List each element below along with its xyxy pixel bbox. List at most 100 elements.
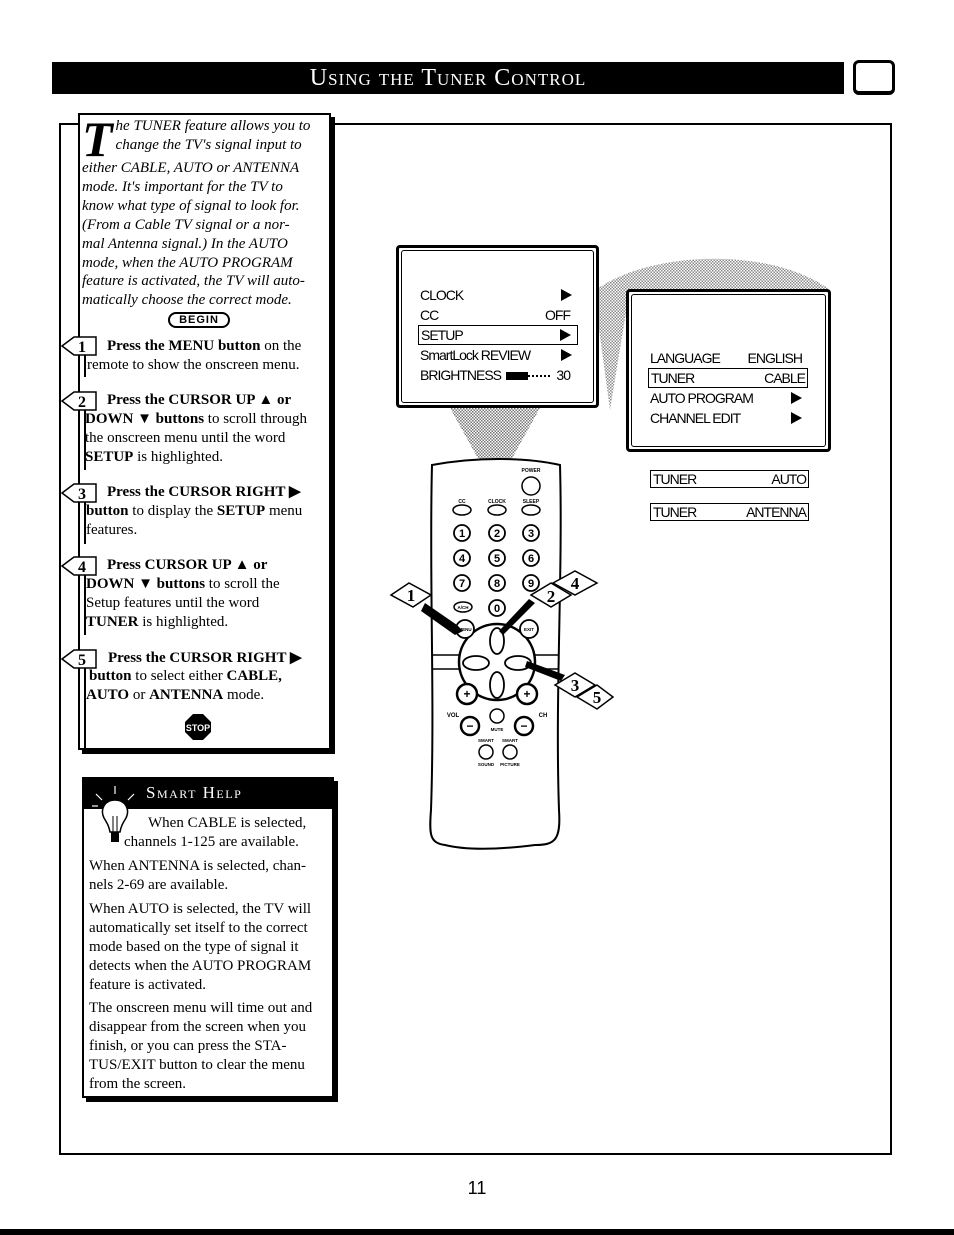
smart-picture-button[interactable] xyxy=(502,744,518,760)
power-label: POWER xyxy=(522,468,541,474)
intro-line: mal Antenna signal.) In the AUTO xyxy=(82,235,288,252)
step-1-marker-icon: 1 xyxy=(60,336,97,356)
menu-item-clock[interactable]: CLOCK xyxy=(418,285,578,305)
intro-line: feature is activated, the TV will auto- xyxy=(82,273,305,290)
stop-sign-icon: STOP xyxy=(185,714,211,740)
help-line: nels 2-69 are available. xyxy=(89,877,229,893)
beam-remote-to-menu xyxy=(450,408,540,462)
intro-line: know what type of signal to look for. xyxy=(82,197,300,214)
tuner-option-auto: TUNER AUTO xyxy=(650,470,809,488)
page-title-bar: Using the Tuner Control xyxy=(52,62,844,94)
digit-label: 0 xyxy=(494,603,500,615)
power-button[interactable] xyxy=(521,476,541,496)
step-rule xyxy=(84,355,86,377)
step-bold: CABLE, xyxy=(226,668,282,684)
step-number: 3 xyxy=(78,486,86,503)
step-4-text-line2: DOWN ▼ buttons to scroll the xyxy=(86,575,326,594)
clock-label: CLOCK xyxy=(488,499,506,505)
page-title: Using the Tuner Control xyxy=(309,64,587,91)
smart-help-title: Smart Help xyxy=(146,783,243,802)
digit-label: 1 xyxy=(459,528,465,540)
intro-line: either CABLE, AUTO or ANTENNA xyxy=(82,160,300,176)
menu-item-language[interactable]: LANGUAGE ENGLISH xyxy=(648,348,808,368)
step-3-text-line3: features. xyxy=(86,522,138,538)
intro-line: change the TV's signal input to xyxy=(115,136,302,153)
digit-label: 9 xyxy=(528,578,534,590)
remote-control: POWER CC CLOCK SLEEP 1 2 3 4 5 6 7 8 9 0… xyxy=(389,458,615,850)
clock-button[interactable] xyxy=(487,504,507,516)
step-text: to scroll the xyxy=(205,576,280,592)
menu-item-brightness[interactable]: BRIGHTNESS 30 xyxy=(418,365,578,385)
menu-item-cc[interactable]: CC OFF xyxy=(418,305,578,325)
arrow-right-icon xyxy=(560,329,571,341)
minus-label: − xyxy=(520,719,527,733)
help-line: finish, or you can press the STA- xyxy=(89,1038,287,1054)
help-line: mode based on the type of signal it xyxy=(89,939,299,955)
help-paragraph-2: When ANTENNA is selected, chan- nels 2-6… xyxy=(89,857,327,895)
step-4-text: Press CURSOR UP ▲ or xyxy=(107,556,347,575)
digit-label: 2 xyxy=(494,528,500,540)
step-number: 2 xyxy=(78,394,86,411)
cc-button[interactable] xyxy=(452,504,472,516)
step-text: to select either xyxy=(131,668,227,684)
menu-item-tuner[interactable]: TUNER CABLE xyxy=(648,368,808,388)
intro-line: mode, when the AUTO PROGRAM xyxy=(82,254,293,271)
step-bold: Press the CURSOR RIGHT ▶ xyxy=(108,650,302,666)
step-bold: SETUP xyxy=(85,449,134,465)
help-line: TUS/EXIT button to clear the menu xyxy=(89,1057,305,1073)
digit-label: 7 xyxy=(459,578,465,590)
step-4-text-line4: TUNER is highlighted. xyxy=(86,613,326,632)
smart-sound-button[interactable] xyxy=(478,744,494,760)
menu-item-setup[interactable]: SETUP xyxy=(418,325,578,345)
step-bold: Press CURSOR UP ▲ or xyxy=(107,557,268,573)
tv-icon xyxy=(853,60,895,95)
step-text: or xyxy=(129,687,150,703)
step-3-text-line2: button to display the SETUP menu xyxy=(86,502,326,521)
tuner-option-antenna: TUNER ANTENNA xyxy=(650,503,809,521)
smart-picture-top-label: SMART xyxy=(502,738,518,743)
intro-paragraph: T he TUNER feature allows you to change … xyxy=(82,114,322,310)
arrow-right-icon xyxy=(561,349,572,361)
help-line: from the screen. xyxy=(89,1076,187,1092)
menu-item-value: OFF xyxy=(545,307,571,323)
brightness-slider[interactable]: 30 xyxy=(506,367,576,383)
callout-label: 5 xyxy=(593,688,602,707)
smart-sound-top-label: SMART xyxy=(478,738,494,743)
vol-label: VOL xyxy=(447,713,460,719)
menu-item-smartlock-review[interactable]: SmartLock REVIEW xyxy=(418,345,578,365)
intro-line: mode. It's important for the TV to xyxy=(82,178,283,195)
callout-label: 1 xyxy=(407,586,416,605)
menu-item-label: TUNER xyxy=(651,370,695,386)
mute-label: MUTE xyxy=(491,727,504,732)
menu-item-label: BRIGHTNESS xyxy=(420,367,502,383)
menu-item-channel-edit[interactable]: CHANNEL EDIT xyxy=(648,408,808,428)
step-bold: Press the CURSOR UP ▲ or xyxy=(107,392,292,408)
step-2-text: Press the CURSOR UP ▲ or xyxy=(107,391,347,410)
intro-line: he TUNER feature allows you to xyxy=(115,118,311,134)
cursor-left-button[interactable] xyxy=(462,655,490,671)
cc-label: CC xyxy=(458,499,466,505)
menu-item-auto-program[interactable]: AUTO PROGRAM xyxy=(648,388,808,408)
help-line: feature is activated. xyxy=(89,977,207,993)
picture-label: PICTURE xyxy=(500,762,520,767)
step-text: is highlighted. xyxy=(133,449,223,465)
step-4-text-line3: Setup features until the word xyxy=(86,595,260,611)
help-line: When AUTO is selected, the TV will xyxy=(89,901,312,917)
arrow-right-icon xyxy=(561,289,572,301)
step-3-text: Press the CURSOR RIGHT ▶ xyxy=(107,483,347,502)
help-line: detects when the AUTO PROGRAM xyxy=(89,958,312,974)
help-line: The onscreen menu will time out and xyxy=(89,1000,313,1016)
ch-label: CH xyxy=(539,713,548,719)
mute-button[interactable] xyxy=(489,708,505,724)
cursor-down-button[interactable] xyxy=(489,671,505,699)
callout-label: 2 xyxy=(547,587,556,606)
brightness-track xyxy=(528,375,551,378)
step-bold: AUTO xyxy=(86,687,130,703)
step-bold: SETUP xyxy=(216,503,266,519)
sleep-button[interactable] xyxy=(521,504,541,516)
tuner-label: TUNER xyxy=(653,471,697,487)
tuner-value: AUTO xyxy=(771,471,807,487)
plus-label: + xyxy=(523,687,530,701)
step-text: to display the xyxy=(128,503,217,519)
help-paragraph-1-line2: channels 1-125 are available. xyxy=(124,834,299,850)
